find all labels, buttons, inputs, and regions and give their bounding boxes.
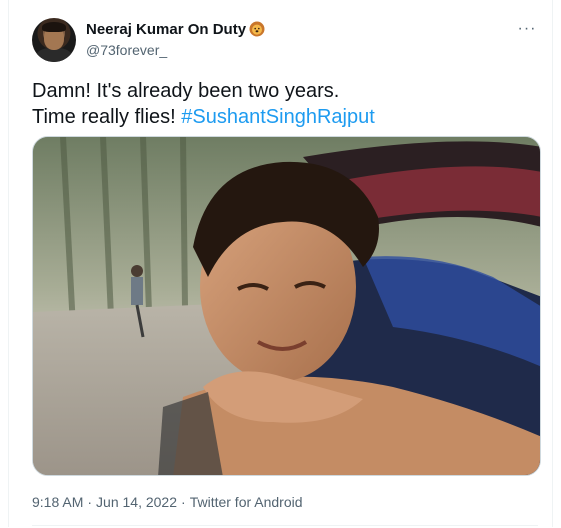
tweet-date[interactable]: Jun 14, 2022 — [96, 494, 177, 510]
tweet-card: Neeraj Kumar On Duty @73forever_ ··· Dam… — [8, 0, 553, 527]
tweet-time[interactable]: 9:18 AM — [32, 494, 83, 510]
tweet-text-line-2-body: Time really flies! — [32, 106, 182, 128]
meta-separator: · — [181, 494, 186, 510]
more-options-button[interactable]: ··· — [516, 20, 538, 38]
author-display-name[interactable]: Neeraj Kumar On Duty — [86, 21, 265, 38]
tweet-source-link[interactable]: Twitter for Android — [190, 494, 303, 510]
author-display-name-text: Neeraj Kumar On Duty — [86, 21, 247, 38]
photo-illustration — [33, 137, 540, 475]
tweet-text-line-1: Damn! It's already been two years. — [32, 80, 340, 102]
tweet-text-line-2: Time really flies! #SushantSinghRajput — [32, 104, 532, 130]
meta-separator: · — [87, 494, 93, 510]
more-horizontal-icon: ··· — [517, 20, 537, 37]
lion-face-icon — [249, 21, 265, 37]
bottom-divider — [32, 525, 538, 526]
author-avatar[interactable] — [32, 18, 76, 62]
avatar-body-shape — [36, 48, 72, 62]
author-handle[interactable]: @73forever_ — [86, 42, 167, 58]
tweet-media-photo[interactable] — [32, 136, 541, 476]
tweet-text: Damn! It's already been two years. Time … — [32, 78, 532, 130]
hashtag-link[interactable]: #SushantSinghRajput — [181, 106, 374, 128]
tweet-meta: 9:18 AM · Jun 14, 2022 · Twitter for Android — [32, 494, 303, 510]
avatar-hair-shape — [42, 22, 66, 32]
